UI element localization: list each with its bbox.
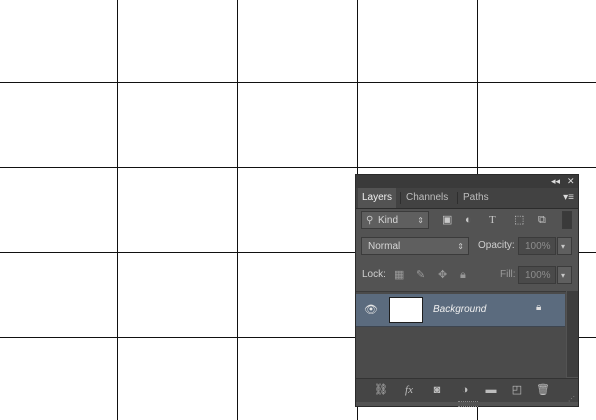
tab-divider	[400, 192, 401, 204]
panel-tabs: Layers Channels Paths ▾≡	[356, 188, 578, 209]
shape-filter-icon[interactable]: ⬚	[514, 214, 524, 226]
fill-dropdown-button[interactable]: ▾	[557, 266, 572, 284]
trash-icon[interactable]: 🗑︎	[534, 382, 552, 398]
new-layer-icon[interactable]: ◰	[508, 382, 526, 398]
tab-paths[interactable]: Paths	[459, 188, 493, 208]
tab-layers[interactable]: Layers	[358, 188, 397, 208]
filter-kind-select[interactable]: ⚲ Kind ⇕	[361, 211, 429, 229]
layers-panel: ◂◂ ✕ Layers Channels Paths ▾≡ ⚲ Kind ⇕ ▣…	[355, 174, 579, 407]
filter-toggle-icon[interactable]	[562, 211, 572, 229]
opacity-label: Opacity:	[478, 240, 515, 251]
add-mask-icon[interactable]: ◙	[428, 382, 446, 398]
fx-icon[interactable]: fx	[400, 382, 418, 398]
fill-value: 100%	[525, 270, 551, 281]
layer-row-background[interactable]: 👁︎ Background 🔒︎	[356, 294, 565, 327]
close-icon[interactable]: ✕	[567, 176, 575, 187]
fill-label: Fill:	[500, 269, 516, 280]
select-arrows-icon: ⇕	[457, 242, 464, 251]
panel-titlebar[interactable]: ◂◂ ✕	[356, 175, 578, 188]
filter-row: ⚲ Kind ⇕ ▣ ◐ T ⬚ ⧉	[356, 211, 578, 233]
link-layers-icon[interactable]: ⛓︎	[372, 382, 390, 398]
eye-icon[interactable]: 👁︎	[362, 303, 380, 317]
lock-image-icon[interactable]: ✎	[416, 269, 425, 281]
image-filter-icon[interactable]: ▣	[442, 214, 452, 226]
layer-name[interactable]: Background	[433, 304, 486, 315]
opacity-input[interactable]: 100%	[518, 237, 556, 255]
filter-kind-label: Kind	[378, 215, 399, 226]
chevron-down-icon: ▾	[561, 242, 566, 251]
tab-divider	[457, 192, 458, 204]
type-filter-icon[interactable]: T	[489, 214, 496, 226]
select-arrows-icon: ⇕	[417, 216, 424, 225]
adjustment-layer-icon[interactable]: ◑	[456, 382, 474, 398]
resize-grip[interactable]	[458, 401, 478, 407]
fill-input[interactable]: 100%	[518, 266, 556, 284]
opacity-value: 100%	[525, 241, 551, 252]
lock-row: Lock: ▦ ✎ ✥ 🔒︎ Fill: 100% ▾	[356, 265, 578, 287]
lock-icon: 🔒︎	[536, 302, 542, 313]
panel-footer: ⛓︎ fx ◙ ◑ ▬ ◰ 🗑︎	[356, 378, 578, 402]
lock-label: Lock:	[362, 269, 386, 280]
blend-mode-select[interactable]: Normal ⇕	[361, 237, 469, 255]
tab-channels[interactable]: Channels	[402, 188, 452, 208]
opacity-dropdown-button[interactable]: ▾	[557, 237, 572, 255]
group-folder-icon[interactable]: ▬	[482, 382, 500, 398]
grid-line	[0, 82, 596, 83]
layer-thumbnail[interactable]	[389, 297, 423, 323]
blend-row: Normal ⇕ Opacity: 100% ▾	[356, 237, 578, 259]
grid-line	[117, 0, 118, 420]
smart-object-filter-icon[interactable]: ⧉	[538, 214, 546, 226]
search-icon: ⚲	[366, 215, 374, 226]
layers-list: 👁︎ Background 🔒︎	[356, 291, 566, 378]
grid-line	[237, 0, 238, 420]
grid-line	[0, 167, 596, 168]
lock-all-icon[interactable]: 🔒︎	[460, 269, 466, 281]
resize-corner-icon[interactable]: ⋰	[568, 396, 576, 404]
blend-mode-value: Normal	[368, 241, 401, 252]
lock-transparent-icon[interactable]: ▦	[394, 269, 404, 281]
panel-menu-icon[interactable]: ▾≡	[563, 192, 574, 204]
chevron-down-icon: ▾	[561, 271, 566, 280]
lock-position-icon[interactable]: ✥	[438, 269, 447, 281]
adjustment-filter-icon[interactable]: ◐	[465, 214, 472, 226]
layers-scrollbar[interactable]	[567, 291, 578, 377]
collapse-icon[interactable]: ◂◂	[551, 176, 560, 187]
